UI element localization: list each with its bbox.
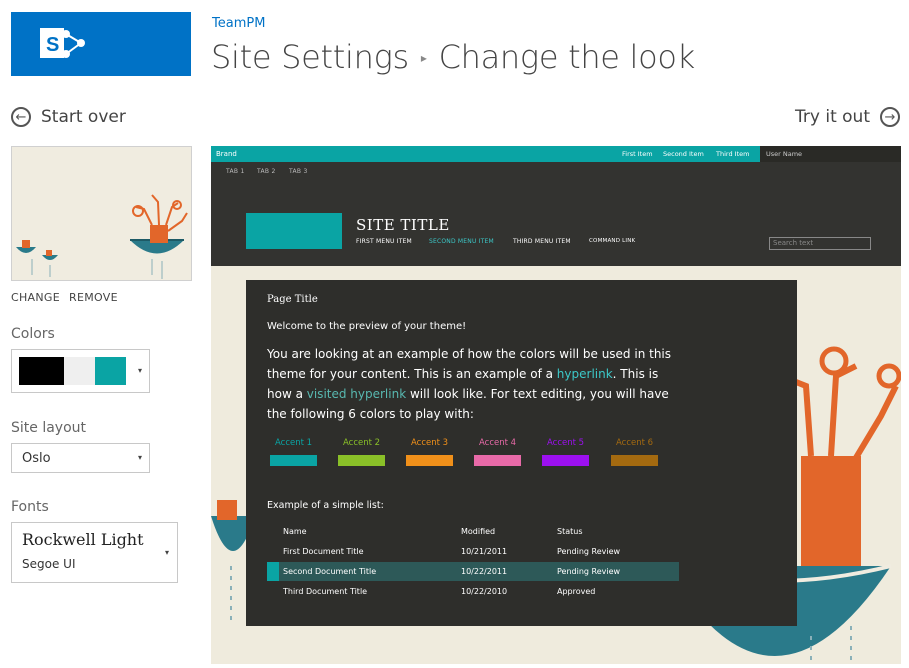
list-row: Third Document Title 10/22/2010 Approved	[267, 582, 679, 601]
octopus-illustration-image	[12, 147, 191, 280]
try-it-out-label: Try it out	[795, 107, 870, 127]
breadcrumb-separator-icon: ▸	[420, 51, 427, 65]
accent-4-swatch	[474, 455, 521, 466]
accent-5-swatch	[542, 455, 589, 466]
list-cell-status: Approved	[557, 587, 596, 596]
preview-header: SITE TITLE FIRST MENU ITEM SECOND MENU I…	[211, 182, 901, 266]
font-heading-value: Rockwell Light	[22, 530, 144, 549]
color-swatch-black	[19, 357, 64, 385]
sharepoint-logo[interactable]: S	[11, 12, 191, 76]
preview-site-logo	[246, 213, 342, 249]
chevron-down-icon: ▾	[165, 548, 170, 557]
accent-2-swatch	[338, 455, 385, 466]
chevron-down-icon: ▾	[138, 366, 143, 375]
site-name-link[interactable]: TeamPM	[212, 16, 265, 31]
color-swatch-teal	[95, 357, 126, 385]
preview-hyperlink: hyperlink	[556, 367, 613, 381]
change-image-link[interactable]: CHANGE	[11, 291, 60, 304]
preview-content-box: Page Title Welcome to the preview of you…	[246, 280, 797, 626]
arrow-left-circle-icon: ←	[11, 107, 31, 127]
sharepoint-logo-icon: S	[40, 28, 85, 58]
preview-menu-item: FIRST MENU ITEM	[356, 238, 412, 245]
accent-6-label: Accent 6	[616, 438, 654, 448]
list-cell-modified: 10/21/2011	[461, 547, 508, 556]
color-swatch-light-gray	[64, 357, 95, 385]
accent-1-swatch	[270, 455, 317, 466]
svg-text:S: S	[46, 34, 59, 56]
preview-tab: TAB 1	[226, 168, 245, 175]
list-cell-modified: 10/22/2010	[461, 587, 508, 596]
preview-tab-row: TAB 1 TAB 2 TAB 3	[211, 162, 901, 182]
preview-suite-link: First Item	[622, 150, 653, 158]
start-over-label: Start over	[41, 107, 126, 127]
list-cell-status: Pending Review	[557, 567, 621, 576]
list-header-modified: Modified	[461, 527, 496, 536]
list-header-name: Name	[283, 527, 307, 536]
accent-6-swatch	[611, 455, 658, 466]
remove-image-link[interactable]: REMOVE	[69, 291, 118, 304]
page-title: Site Settings ▸ Change the look	[211, 38, 695, 76]
font-body-value: Segoe UI	[22, 557, 76, 571]
accent-3-swatch	[406, 455, 453, 466]
site-layout-dropdown[interactable]: Oslo ▾	[11, 443, 150, 473]
try-it-out-button[interactable]: Try it out →	[795, 107, 900, 127]
preview-user-name: User Name	[766, 150, 803, 158]
list-header-status: Status	[557, 527, 583, 536]
preview-paragraph: You are looking at an example of how the…	[267, 344, 677, 424]
accent-5-label: Accent 5	[547, 438, 585, 448]
list-cell-name: Third Document Title	[283, 587, 368, 596]
theme-preview: Brand First Item Second Item Third Item …	[211, 146, 901, 664]
list-row: First Document Title 10/21/2011 Pending …	[267, 542, 679, 561]
background-image-thumbnail[interactable]	[11, 146, 192, 281]
preview-suite-link: Second Item	[663, 150, 704, 158]
breadcrumb-parent[interactable]: Site Settings	[211, 38, 409, 76]
site-layout-label: Site layout	[11, 420, 87, 436]
preview-site-title: SITE TITLE	[356, 216, 450, 234]
fonts-dropdown[interactable]: Rockwell Light Segoe UI ▾	[11, 522, 178, 583]
accent-4-label: Accent 4	[479, 438, 517, 448]
accent-1-label: Accent 1	[275, 438, 313, 448]
preview-visited-hyperlink: visited hyperlink	[306, 387, 407, 401]
accent-3-label: Accent 3	[411, 438, 449, 448]
arrow-right-circle-icon: →	[880, 107, 900, 127]
selected-row-marker	[267, 562, 279, 581]
preview-brand: Brand	[216, 150, 237, 158]
preview-list-title: Example of a simple list:	[267, 500, 384, 511]
chevron-down-icon: ▾	[138, 453, 143, 462]
preview-welcome-text: Welcome to the preview of your theme!	[267, 321, 467, 332]
list-cell-modified: 10/22/2011	[461, 567, 508, 576]
preview-search-box: Search text	[769, 237, 871, 250]
preview-tab: TAB 2	[257, 168, 276, 175]
breadcrumb-current: Change the look	[438, 38, 696, 76]
preview-command-link: COMMAND LINK	[589, 238, 636, 244]
list-cell-name: First Document Title	[283, 547, 364, 556]
list-row-selected: Second Document Title 10/22/2011 Pending…	[267, 562, 679, 581]
site-layout-value: Oslo	[22, 451, 51, 466]
list-cell-status: Pending Review	[557, 547, 621, 556]
preview-tab: TAB 3	[289, 168, 308, 175]
accent-2-label: Accent 2	[343, 438, 381, 448]
fonts-label: Fonts	[11, 499, 49, 515]
preview-menu-item: THIRD MENU ITEM	[513, 238, 571, 245]
colors-dropdown[interactable]: ▾	[11, 349, 150, 393]
start-over-button[interactable]: ← Start over	[11, 107, 126, 127]
preview-page-title: Page Title	[267, 294, 318, 305]
list-cell-name: Second Document Title	[283, 567, 377, 576]
preview-suite-link: Third Item	[716, 150, 750, 158]
colors-label: Colors	[11, 326, 55, 342]
preview-menu-item: SECOND MENU ITEM	[429, 238, 494, 245]
